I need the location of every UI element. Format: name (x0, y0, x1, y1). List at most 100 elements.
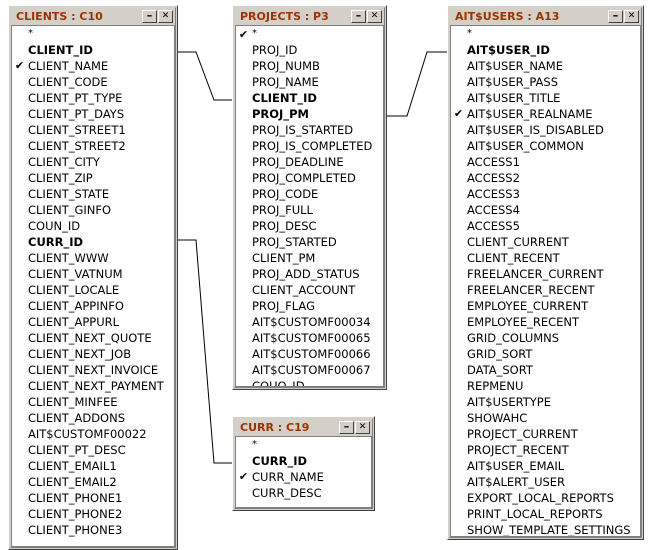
field-row[interactable]: CURR_DESC (236, 485, 371, 501)
field-row[interactable]: ✔ * (236, 28, 383, 42)
field-row[interactable]: CLIENT_APPINFO (12, 298, 174, 314)
field-row[interactable]: ACCESS5 (451, 218, 640, 234)
field-row[interactable]: EXPORT_LOCAL_REPORTS (451, 490, 640, 506)
minimize-icon[interactable]: – (608, 10, 623, 23)
field-row[interactable]: REPMENU (451, 378, 640, 394)
field-row[interactable]: EMPLOYEE_RECENT (451, 314, 640, 330)
field-row[interactable]: CLIENT_NEXT_JOB (12, 346, 174, 362)
field-row[interactable]: AIT$USER_ID (451, 42, 640, 58)
field-row[interactable]: AIT$USER_PASS (451, 74, 640, 90)
field-row[interactable]: CURR_ID (12, 234, 174, 250)
field-row[interactable]: PROJ_CODE (236, 186, 383, 202)
field-list-clients[interactable]: * CLIENT_ID ✔ CLIENT_NAME CLIENT_CODE CLIENT_… (11, 25, 175, 547)
field-row[interactable]: ACCESS4 (451, 202, 640, 218)
field-row[interactable]: CLIENT_STATE (12, 186, 174, 202)
field-row[interactable]: CLIENT_VATNUM (12, 266, 174, 282)
field-row[interactable]: PROJ_PM (236, 106, 383, 122)
field-row[interactable]: CQUO_ID (236, 378, 383, 386)
field-row[interactable]: CLIENT_ADDONS (12, 410, 174, 426)
checkmark-icon[interactable]: ✔ (12, 58, 27, 74)
field-row[interactable]: AIT$USERTYPE (451, 394, 640, 410)
field-row[interactable]: CLIENT_RECENT (451, 250, 640, 266)
field-row[interactable]: FREELANCER_CURRENT (451, 266, 640, 282)
field-row[interactable]: CLIENT_EMAIL2 (12, 474, 174, 490)
field-row[interactable]: GRID_SORT (451, 346, 640, 362)
field-row[interactable]: CLIENT_PM (236, 250, 383, 266)
checkmark-icon[interactable]: ✔ (236, 27, 251, 43)
field-row[interactable]: CLIENT_CURRENT (451, 234, 640, 250)
field-row[interactable]: CLIENT_LOCALE (12, 282, 174, 298)
field-row[interactable]: CLIENT_ID (236, 90, 383, 106)
field-row[interactable]: PROJECT_CURRENT (451, 426, 640, 442)
field-row[interactable]: FREELANCER_RECENT (451, 282, 640, 298)
field-row[interactable]: CLIENT_MINFEE (12, 394, 174, 410)
field-row[interactable]: PROJ_DEADLINE (236, 154, 383, 170)
field-row[interactable]: AIT$USER_COMMON (451, 138, 640, 154)
field-row[interactable]: PROJ_FULL (236, 202, 383, 218)
field-row[interactable]: PROJ_DESC (236, 218, 383, 234)
field-row[interactable]: PROJECT_RECENT (451, 442, 640, 458)
field-row[interactable]: AIT$ALERT_USER (451, 474, 640, 490)
field-row[interactable]: PRINT_LOCAL_REPORTS (451, 506, 640, 522)
field-row[interactable]: CLIENT_PT_DAYS (12, 106, 174, 122)
field-row[interactable]: ACCESS2 (451, 170, 640, 186)
field-row[interactable]: AIT$CUSTOMF00022 (12, 426, 174, 442)
field-row[interactable]: ✔ AIT$USER_REALNAME (451, 106, 640, 122)
field-list-curr[interactable]: * CURR_ID ✔ CURR_NAME CURR_DESC (235, 436, 372, 508)
field-row[interactable]: SHOW_TEMPLATE_SETTINGS (451, 522, 640, 536)
field-row[interactable]: PROJ_ADD_STATUS (236, 266, 383, 282)
field-row[interactable]: * (451, 28, 640, 42)
field-row[interactable]: CLIENT_NEXT_PAYMENT (12, 378, 174, 394)
field-list-projects[interactable]: ✔ * PROJ_ID PROJ_NUMB PROJ_NAME CLIENT_ID PROJ… (235, 25, 384, 387)
field-row[interactable]: CLIENT_EMAIL1 (12, 458, 174, 474)
field-row[interactable]: CLIENT_NEXT_INVOICE (12, 362, 174, 378)
field-row[interactable]: CLIENT_WWW (12, 250, 174, 266)
field-row[interactable]: CLIENT_PHONE3 (12, 522, 174, 538)
minimize-icon[interactable]: – (142, 10, 157, 23)
titlebar-projects[interactable]: PROJECTS : P3 – ✕ (235, 8, 384, 25)
close-icon[interactable]: ✕ (367, 10, 382, 23)
field-row[interactable]: PROJ_FLAG (236, 298, 383, 314)
field-row[interactable]: PROJ_NUMB (236, 58, 383, 74)
titlebar-clients[interactable]: CLIENTS : C10 – ✕ (11, 8, 175, 25)
table-window-aitusers[interactable]: AIT$USERS : A13 – ✕ * AIT$USER_ID AIT$USER_NA… (447, 5, 644, 540)
field-row[interactable]: CLIENT_STREET2 (12, 138, 174, 154)
field-row[interactable]: AIT$USER_IS_DISABLED (451, 122, 640, 138)
titlebar-aitusers[interactable]: AIT$USERS : A13 – ✕ (450, 8, 641, 25)
close-icon[interactable]: ✕ (355, 421, 370, 434)
field-row[interactable]: ✔ CURR_NAME (236, 469, 371, 485)
field-row[interactable]: PROJ_NAME (236, 74, 383, 90)
field-row[interactable]: PROJ_IS_COMPLETED (236, 138, 383, 154)
field-row[interactable]: AIT$CUSTOMF00066 (236, 346, 383, 362)
close-icon[interactable]: ✕ (158, 10, 173, 23)
field-row[interactable]: PROJ_COMPLETED (236, 170, 383, 186)
field-row[interactable]: CLIENT_PHONE1 (12, 490, 174, 506)
field-row[interactable]: ACCESS1 (451, 154, 640, 170)
field-row[interactable]: CLIENT_APPURL (12, 314, 174, 330)
checkmark-icon[interactable]: ✔ (451, 106, 466, 122)
field-row[interactable]: PROJ_STARTED (236, 234, 383, 250)
field-row[interactable]: AIT$CUSTOMF00034 (236, 314, 383, 330)
field-row[interactable]: AIT$CUSTOMF00067 (236, 362, 383, 378)
field-row[interactable]: GRID_COLUMNS (451, 330, 640, 346)
table-window-projects[interactable]: PROJECTS : P3– ✕ ✔ * PROJ_ID PROJ_NUMB PROJ_NA… (232, 5, 387, 390)
field-row[interactable]: CLIENT_ACCOUNT (236, 282, 383, 298)
field-row[interactable]: EMPLOYEE_CURRENT (451, 298, 640, 314)
field-row[interactable]: ✔ CLIENT_NAME (12, 58, 174, 74)
field-row[interactable]: DATA_SORT (451, 362, 640, 378)
field-row[interactable]: SHOWAHC (451, 410, 640, 426)
field-row[interactable]: AIT$USER_NAME (451, 58, 640, 74)
field-row[interactable]: COUN_ID (12, 218, 174, 234)
field-row[interactable]: CLIENT_ID (12, 42, 174, 58)
field-row[interactable]: AIT$USER_TITLE (451, 90, 640, 106)
field-row[interactable]: CLIENT_CITY (12, 154, 174, 170)
close-icon[interactable]: ✕ (624, 10, 639, 23)
titlebar-curr[interactable]: CURR : C19 – ✕ (235, 419, 372, 436)
field-row[interactable]: CURR_ID (236, 453, 371, 469)
field-row[interactable]: CLIENT_PHONE2 (12, 506, 174, 522)
field-row[interactable]: CLIENT_PT_TYPE (12, 90, 174, 106)
field-row[interactable]: PROJ_IS_STARTED (236, 122, 383, 138)
field-row[interactable]: CLIENT_PT_DESC (12, 442, 174, 458)
field-row[interactable]: ACCESS3 (451, 186, 640, 202)
field-row[interactable]: * (236, 439, 371, 453)
